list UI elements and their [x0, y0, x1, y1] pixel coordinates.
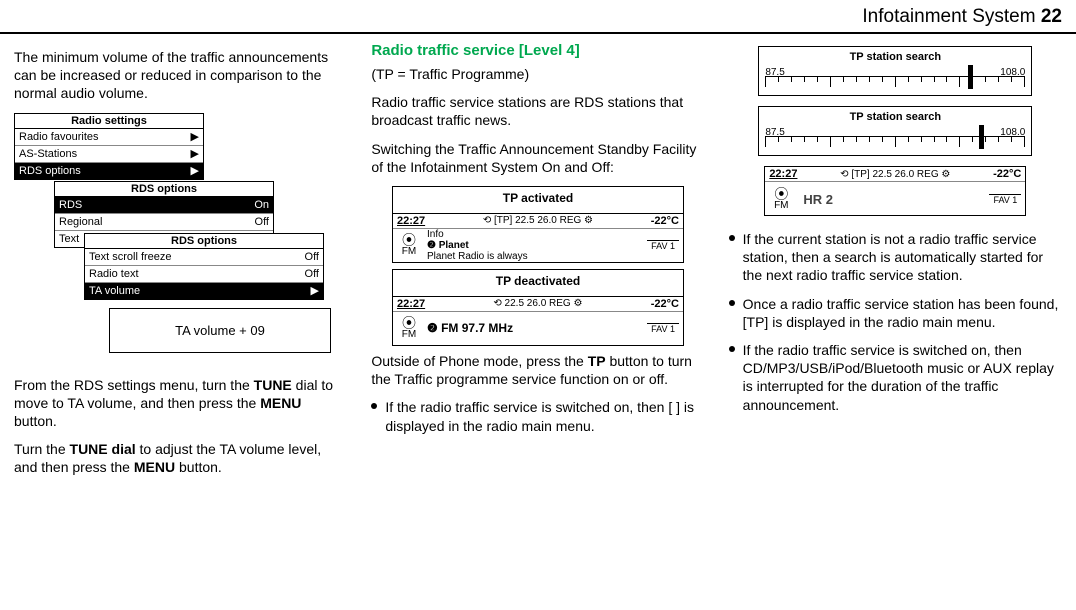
search-title: TP station search — [765, 51, 1025, 63]
column-1: The minimum volume of the traffic announ… — [14, 42, 347, 487]
menu-row-selected: TA volume ▶ — [85, 283, 323, 299]
display-tp-activated: TP activated 22:27 ⟲ [TP] 22.5 26.0 REG … — [392, 186, 684, 263]
status-time: 22:27 — [397, 215, 425, 227]
display-body: ⦿ FM Info ❷ Planet Planet Radio is alway… — [393, 228, 683, 262]
favourite-label: FAV 1 — [989, 194, 1021, 205]
chevron-right-icon: ▶ — [311, 284, 319, 297]
status-time: 22:27 — [397, 298, 425, 310]
menu-row-label: Radio text — [89, 268, 139, 280]
menu-rds-options-2: RDS options Text scroll freeze Off Radio… — [84, 233, 324, 300]
menu-row-label: RDS options — [19, 165, 81, 177]
frequency-scale: 87.5 108.0 — [765, 67, 1025, 89]
status-temp: -22°C — [651, 298, 679, 310]
column-3: TP station search 87.5 108.0 TP station … — [729, 42, 1062, 487]
menu-row-value: On — [254, 199, 269, 211]
page-header: Infotainment System 22 — [0, 0, 1076, 34]
band-label: FM — [402, 246, 416, 257]
tp-search-box-2: TP station search 87.5 108.0 — [758, 106, 1032, 156]
ta-volume-text: TA volume + 09 — [175, 323, 265, 338]
display-statusbar: 22:27 ⟲ 22.5 26.0 REG ⚙ -22°C — [393, 296, 683, 311]
tp-equals: (TP = Traffic Programme) — [371, 65, 704, 83]
bullet: If the radio traffic service is switched… — [729, 341, 1062, 414]
menu-title: RDS options — [85, 234, 323, 249]
menu-row-label: Text scroll freeze — [89, 251, 172, 263]
frequency-scale: 87.5 108.0 — [765, 127, 1025, 149]
menu-row: Text scroll freeze Off — [85, 249, 323, 266]
switch-heading: Switching the Traffic Announcement Stand… — [371, 140, 704, 176]
chevron-right-icon: ▶ — [191, 130, 199, 143]
menu-row-label: AS-Stations — [19, 148, 77, 160]
menu-row: Regional Off — [55, 214, 273, 231]
band-label: FM — [774, 200, 788, 211]
menu-row: AS-Stations ▶ — [15, 146, 203, 163]
menu-row-selected: RDS options ▶ — [15, 163, 203, 179]
bullet: If the radio traffic service is switched… — [371, 398, 704, 434]
station-text: Planet Radio is always — [427, 251, 528, 262]
ta-volume-box: TA volume + 09 — [109, 308, 331, 353]
status-icons: ⟲ 22.5 26.0 REG ⚙ — [493, 298, 582, 309]
column-2: Radio traffic service [Level 4] (TP = Tr… — [371, 42, 704, 487]
station-name: ❷ Planet — [427, 240, 528, 251]
menu-row-label: Regional — [59, 216, 102, 228]
menu-radio-settings: Radio settings Radio favourites ▶ AS-Sta… — [14, 113, 204, 180]
bullet: Once a radio traffic service station has… — [729, 295, 1062, 331]
bullet: If the current station is not a radio tr… — [729, 230, 1062, 285]
menu-row: Radio favourites ▶ — [15, 129, 203, 146]
intro-paragraph: The minimum volume of the traffic announ… — [14, 48, 347, 103]
favourite-label: FAV 1 — [647, 240, 679, 251]
menu-row-value: Off — [255, 216, 269, 228]
section-heading: Radio traffic service [Level 4] — [371, 42, 704, 59]
antenna-icon: ⦿ FM — [769, 187, 793, 211]
rds-desc: Radio traffic service stations are RDS s… — [371, 93, 704, 129]
search-title: TP station search — [765, 111, 1025, 123]
display-statusbar: 22:27 ⟲ [TP] 22.5 26.0 REG ⚙ -22°C — [393, 213, 683, 228]
display-body: ⦿ FM HR 2 FAV 1 — [765, 181, 1025, 215]
display-title: TP deactivated — [393, 270, 683, 296]
status-temp: -22°C — [651, 215, 679, 227]
menu-row-value: Off — [305, 268, 319, 280]
antenna-icon: ⦿ FM — [397, 233, 421, 257]
status-icons: ⟲ [TP] 22.5 26.0 REG ⚙ — [840, 169, 950, 180]
status-temp: -22°C — [993, 168, 1021, 180]
menu-row-label: Radio favourites — [19, 131, 99, 143]
menu-row-label: RDS — [59, 199, 82, 211]
menu-row-label: Text — [59, 233, 79, 245]
display-title: TP activated — [393, 187, 683, 213]
display-tp-deactivated: TP deactivated 22:27 ⟲ 22.5 26.0 REG ⚙ -… — [392, 269, 684, 346]
display-hr2: 22:27 ⟲ [TP] 22.5 26.0 REG ⚙ -22°C ⦿ FM … — [764, 166, 1026, 216]
display-body: ⦿ FM ❷ FM 97.7 MHz FAV 1 — [393, 311, 683, 345]
status-icons: ⟲ [TP] 22.5 26.0 REG ⚙ — [483, 215, 593, 226]
instruction-2: Turn the TUNE dial to adjust the TA volu… — [14, 440, 347, 476]
menu-title: RDS options — [55, 182, 273, 197]
frequency-label: ❷ FM 97.7 MHz — [427, 321, 513, 335]
menu-screenshot-stack: Radio settings Radio favourites ▶ AS-Sta… — [14, 113, 347, 368]
menu-row-value: Off — [305, 251, 319, 263]
station-name: HR 2 — [803, 192, 833, 207]
menu-title: Radio settings — [15, 114, 203, 129]
antenna-icon: ⦿ FM — [397, 316, 421, 340]
menu-row: Radio text Off — [85, 266, 323, 283]
outside-paragraph: Outside of Phone mode, press the TP butt… — [371, 352, 704, 388]
chevron-right-icon: ▶ — [191, 147, 199, 160]
display-statusbar: 22:27 ⟲ [TP] 22.5 26.0 REG ⚙ -22°C — [765, 167, 1025, 181]
info-label: Info — [427, 229, 528, 240]
header-title: Infotainment System — [862, 6, 1035, 27]
favourite-label: FAV 1 — [647, 323, 679, 334]
menu-row-label: TA volume — [89, 285, 140, 297]
status-time: 22:27 — [769, 168, 797, 180]
menu-row-selected: RDS On — [55, 197, 273, 214]
chevron-right-icon: ▶ — [191, 164, 199, 177]
instruction-1: From the RDS settings menu, turn the TUN… — [14, 376, 347, 431]
page-number: 22 — [1041, 6, 1062, 27]
tp-search-box-1: TP station search 87.5 108.0 — [758, 46, 1032, 96]
band-label: FM — [402, 329, 416, 340]
